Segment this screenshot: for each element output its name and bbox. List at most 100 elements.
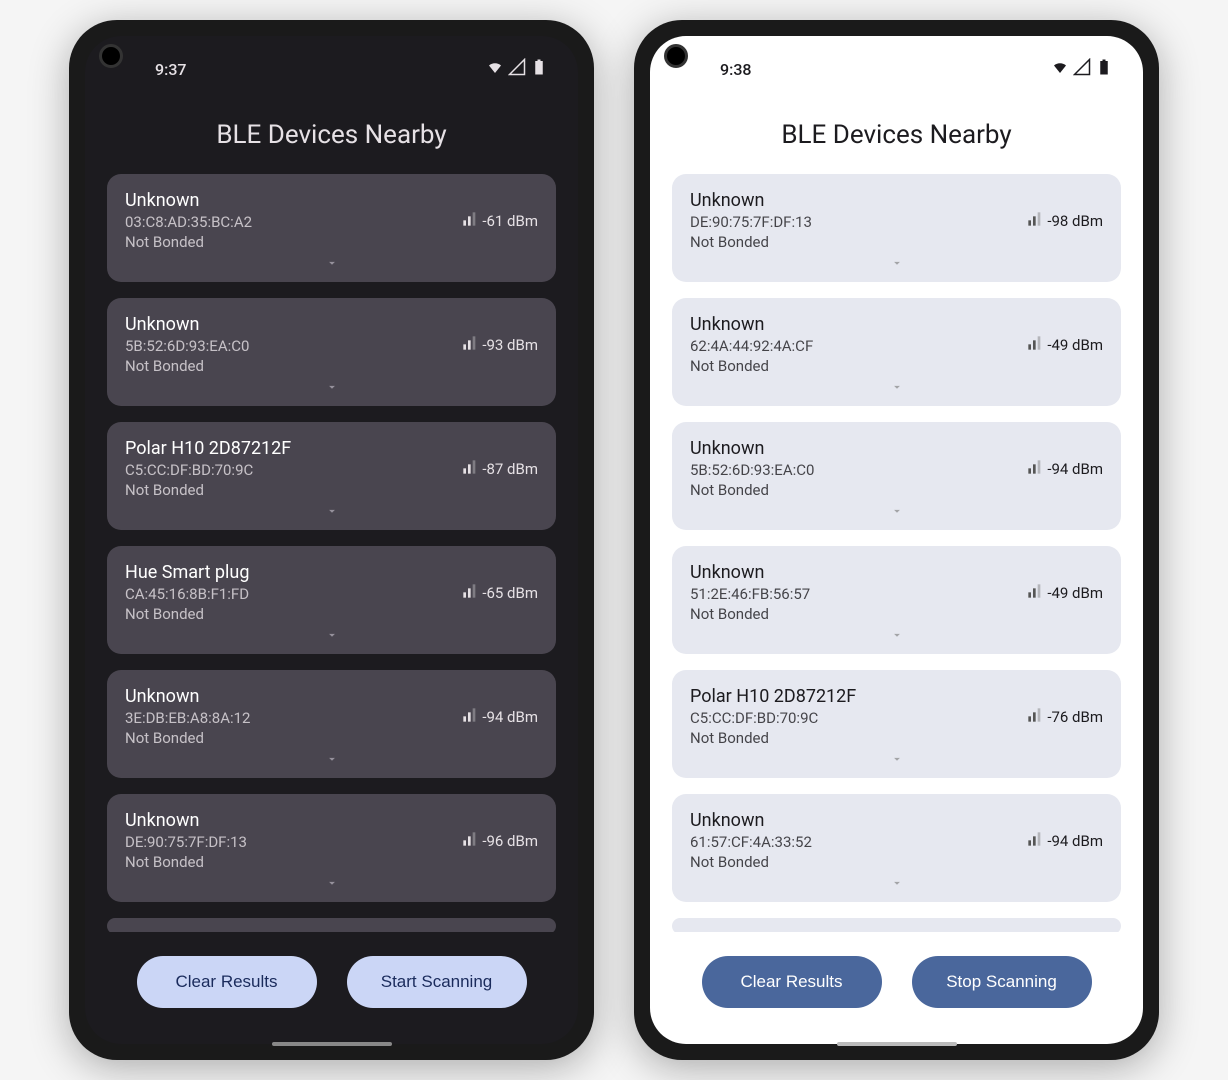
page-title: BLE Devices Nearby [650,90,1143,174]
device-mac: C5:CC:DF:BD:70:9C [690,709,856,727]
status-bar: 9:38 [650,36,1143,90]
device-card[interactable]: Unknown5B:52:6D:93:EA:C0Not Bonded-94 dB… [672,422,1121,530]
device-card[interactable]: Unknown62:4A:44:92:4A:CFNot Bonded-49 dB… [672,298,1121,406]
device-mac: 5B:52:6D:93:EA:C0 [125,337,249,355]
screen: 9:38 BLE Devices Nearby Unknown DE:90:75:… [650,36,1143,1044]
camera-cutout [99,44,123,68]
device-name: Unknown [125,190,252,211]
rssi-value: -61 dBm [482,212,538,230]
device-name: Unknown [125,686,250,707]
device-mac: C5:CC:DF:BD:70:9C [125,461,291,479]
device-rssi: -94 dBm [1027,831,1103,851]
device-bond-status: Not Bonded [690,853,812,871]
chevron-down-icon[interactable] [125,255,538,274]
chevron-down-icon[interactable] [690,627,1103,646]
battery-icon [1095,58,1113,80]
device-mac: 5B:52:6D:93:EA:C0 [690,461,814,479]
signal-icon [462,211,478,231]
device-rssi: -98 dBm [1027,211,1103,231]
chevron-down-icon[interactable] [690,503,1103,522]
device-card[interactable]: Unknown51:2E:46:FB:56:57Not Bonded-49 dB… [672,546,1121,654]
device-mac: 3E:DB:EB:A8:8A:12 [125,709,250,727]
device-name: Unknown [125,810,247,831]
page-title: BLE Devices Nearby [85,90,578,174]
device-mac: DE:90:75:7F:DF:13 [690,213,812,231]
status-icons [1051,58,1113,80]
chevron-down-icon[interactable] [690,751,1103,770]
status-bar: 9:37 [85,36,578,90]
screen: 9:37 BLE Devices Nearby Unknown 03:C8:AD:… [85,36,578,1044]
device-rssi: -65 dBm [462,583,538,603]
device-name: Unknown [690,190,812,211]
camera-cutout [664,44,688,68]
signal-icon [1027,459,1043,479]
signal-icon [1027,831,1043,851]
phone-mockup-dark: 9:37 BLE Devices Nearby Unknown 03:C8:AD:… [69,20,594,1060]
signal-icon [1027,335,1043,355]
chevron-down-icon[interactable] [125,627,538,646]
device-bond-status: Not Bonded [690,605,810,623]
rssi-value: -65 dBm [482,584,538,602]
rssi-value: -93 dBm [482,336,538,354]
device-card[interactable]: Polar H10 2D87212F C5:CC:DF:BD:70:9C Not B… [107,422,556,530]
chevron-down-icon[interactable] [690,875,1103,894]
device-card[interactable]: Unknown [672,918,1121,932]
chevron-down-icon[interactable] [690,255,1103,274]
cellular-icon [1073,58,1091,80]
device-card[interactable]: Hue Smart plugCA:45:16:8B:F1:FDNot Bonde… [107,546,556,654]
battery-icon [530,58,548,80]
stop-scanning-button[interactable]: Stop Scanning [912,956,1092,1008]
cellular-icon [508,58,526,80]
device-rssi: -87 dBm [462,459,538,479]
device-name: Unknown [690,562,810,583]
phone-mockup-light: 9:38 BLE Devices Nearby Unknown DE:90:75:… [634,20,1159,1060]
chevron-down-icon[interactable] [125,751,538,770]
device-bond-status: Not Bonded [125,233,252,251]
device-list[interactable]: Unknown DE:90:75:7F:DF:13 Not Bonded -98 dB… [650,174,1143,932]
rssi-value: -76 dBm [1047,708,1103,726]
signal-icon [462,583,478,603]
signal-icon [1027,583,1043,603]
device-card[interactable]: Unknown5B:52:6D:93:EA:C0Not Bonded-93 dB… [107,298,556,406]
device-name: Polar H10 2D87212F [125,438,291,459]
device-rssi: -94 dBm [462,707,538,727]
rssi-value: -94 dBm [1047,832,1103,850]
button-bar: Clear Results Stop Scanning [650,932,1143,1044]
device-rssi: -96 dBm [462,831,538,851]
device-mac: 03:C8:AD:35:BC:A2 [125,213,252,231]
device-card[interactable]: UnknownDE:90:75:7F:DF:13Not Bonded-96 dB… [107,794,556,902]
signal-icon [1027,707,1043,727]
rssi-value: -98 dBm [1047,212,1103,230]
wifi-icon [486,58,504,80]
rssi-value: -49 dBm [1047,584,1103,602]
device-card[interactable]: Unknown3E:DB:EB:A8:8A:12Not Bonded-94 dB… [107,670,556,778]
chevron-down-icon[interactable] [125,875,538,894]
device-card[interactable]: Unknown 03:C8:AD:35:BC:A2 Not Bonded -61 dB… [107,174,556,282]
device-card[interactable]: Polar H10 2D87212FC5:CC:DF:BD:70:9CNot B… [672,670,1121,778]
device-rssi: -94 dBm [1027,459,1103,479]
clear-results-button[interactable]: Clear Results [702,956,882,1008]
rssi-value: -94 dBm [1047,460,1103,478]
button-bar: Clear Results Start Scanning [85,932,578,1044]
status-time: 9:37 [155,60,187,79]
clear-results-button[interactable]: Clear Results [137,956,317,1008]
device-bond-status: Not Bonded [125,481,291,499]
device-name: Polar H10 2D87212F [690,686,856,707]
device-list[interactable]: Unknown 03:C8:AD:35:BC:A2 Not Bonded -61 dB… [85,174,578,932]
rssi-value: -94 dBm [482,708,538,726]
device-card[interactable]: Unknown61:57:CF:4A:33:52Not Bonded-94 dB… [672,794,1121,902]
signal-icon [462,831,478,851]
signal-icon [462,335,478,355]
chevron-down-icon[interactable] [690,379,1103,398]
device-rssi: -76 dBm [1027,707,1103,727]
rssi-value: -96 dBm [482,832,538,850]
device-card[interactable]: Nanoleaf A19 3UK5 [107,918,556,932]
chevron-down-icon[interactable] [125,379,538,398]
device-rssi: -93 dBm [462,335,538,355]
start-scanning-button[interactable]: Start Scanning [347,956,527,1008]
device-name: Unknown [690,810,812,831]
status-icons [486,58,548,80]
chevron-down-icon[interactable] [125,503,538,522]
rssi-value: -87 dBm [482,460,538,478]
device-card[interactable]: UnknownDE:90:75:7F:DF:13Not Bonded-98 dB… [672,174,1121,282]
